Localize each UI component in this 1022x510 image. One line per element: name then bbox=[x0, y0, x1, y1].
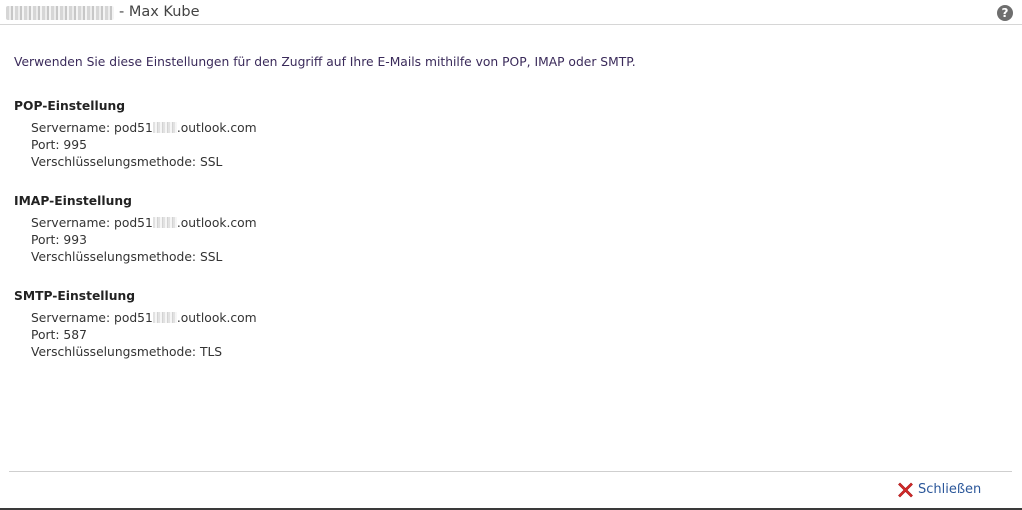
pop-servername-prefix: Servername: pod51 bbox=[31, 121, 153, 135]
smtp-port: Port: 587 bbox=[31, 328, 87, 342]
pop-encryption: Verschlüsselungsmethode: SSL bbox=[31, 155, 223, 169]
help-icon[interactable]: ? bbox=[997, 5, 1013, 21]
smtp-servername-prefix: Servername: pod51 bbox=[31, 311, 153, 325]
close-button-label: Schließen bbox=[918, 482, 982, 497]
pop-heading: POP-Einstellung bbox=[14, 99, 126, 113]
imap-servername: Servername: pod51 .outlook.com bbox=[14, 215, 1004, 232]
redacted-server-part bbox=[152, 312, 177, 323]
smtp-servername: Servername: pod51 .outlook.com bbox=[14, 310, 1004, 327]
redacted-email-address bbox=[6, 6, 114, 20]
redacted-server-part bbox=[152, 122, 177, 133]
imap-servername-suffix: .outlook.com bbox=[176, 216, 257, 230]
smtp-servername-suffix: .outlook.com bbox=[176, 311, 257, 325]
smtp-settings-section: SMTP-Einstellung Servername: pod51 .outlo… bbox=[14, 288, 1004, 361]
close-x-icon bbox=[898, 482, 913, 498]
pop-servername: Servername: pod51 .outlook.com bbox=[14, 120, 1004, 137]
smtp-encryption: Verschlüsselungsmethode: TLS bbox=[31, 345, 223, 359]
intro-text: Verwenden Sie diese Einstellungen für de… bbox=[14, 55, 636, 69]
imap-settings-section: IMAP-Einstellung Servername: pod51 .outlo… bbox=[14, 193, 1004, 266]
pop-settings-section: POP-Einstellung Servername: pod51 .outloo… bbox=[14, 98, 1004, 171]
dialog-title: - Max Kube bbox=[119, 4, 200, 20]
imap-heading: IMAP-Einstellung bbox=[14, 194, 132, 208]
pop-servername-suffix: .outlook.com bbox=[176, 121, 257, 135]
settings-dialog: - Max Kube ? Verwenden Sie diese Einstel… bbox=[0, 0, 1022, 510]
dialog-content: Verwenden Sie diese Einstellungen für de… bbox=[14, 52, 1004, 361]
imap-port: Port: 993 bbox=[31, 233, 87, 247]
smtp-heading: SMTP-Einstellung bbox=[14, 289, 136, 303]
pop-port: Port: 995 bbox=[31, 138, 87, 152]
redacted-server-part bbox=[152, 217, 177, 228]
dialog-titlebar: - Max Kube ? bbox=[0, 0, 1022, 25]
imap-encryption: Verschlüsselungsmethode: SSL bbox=[31, 250, 223, 264]
close-button[interactable]: Schließen bbox=[897, 481, 981, 498]
footer-divider bbox=[9, 471, 1012, 472]
imap-servername-prefix: Servername: pod51 bbox=[31, 216, 153, 230]
